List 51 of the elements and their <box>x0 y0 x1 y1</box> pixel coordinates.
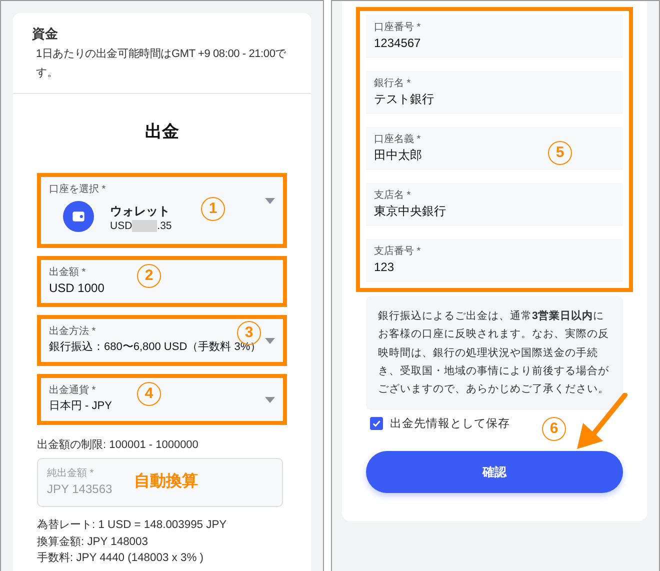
field-label: 純出金額 * <box>47 467 94 481</box>
field-value: USD 1000 <box>49 280 104 297</box>
field-value: 1234567 <box>374 35 421 52</box>
redaction-block <box>132 220 158 232</box>
field-value: 田中太郎 <box>374 147 422 164</box>
account-name: ウォレット <box>110 202 171 220</box>
input-field[interactable]: 支店名 * 東京中央銀行 <box>366 183 623 226</box>
notice-title: 資金 <box>32 25 59 43</box>
field-label: 口座を選択 * <box>49 183 106 197</box>
account-select[interactable]: 口座を選択 * ウォレット USD .35 1 <box>41 177 283 244</box>
info-note: 銀行振込によるご出金は、通常3営業日以内にお客様の口座に反映されます。なお、実際の反映時間は、銀行の処理状況や国際送金の手続き、受取国・地域の事情により前後する場合がございますので、あらかじめご了承ください。 <box>366 296 623 410</box>
field-label: 口座番号 * <box>374 21 421 35</box>
input-field[interactable]: 銀行名 * テスト銀行 <box>366 71 623 114</box>
input-field[interactable]: 出金額 * USD 1000 2 <box>41 260 283 303</box>
detail-line: 為替レート: 1 USD = 148.003995 JPY <box>37 518 228 533</box>
field-label: 出金通貨 * <box>49 384 96 398</box>
step-marker: 5 <box>548 141 572 165</box>
checkbox[interactable] <box>370 417 383 430</box>
annotation-label: 自動換算 <box>134 472 198 492</box>
step-marker: 2 <box>137 264 161 288</box>
caret-icon <box>265 396 275 402</box>
step-marker: 4 <box>137 382 161 406</box>
confirm-button[interactable]: 確認 <box>366 451 623 494</box>
checkbox-label: 出金先情報として保存 <box>390 416 510 432</box>
field-value: 東京中央銀行 <box>374 203 446 220</box>
field-label: 出金額 * <box>49 266 86 280</box>
field-label: 支店名 * <box>374 189 411 203</box>
arrow-icon <box>575 393 629 451</box>
select-field[interactable]: 出金通貨 * 日本円 - JPY 4 <box>41 378 283 421</box>
notice-text: 1日あたりの出金可能時間はGMT +9 08:00 - 21:00です。 <box>35 47 288 81</box>
field-label: 支店番号 * <box>374 245 421 259</box>
step-marker: 6 <box>542 417 566 442</box>
caret-icon <box>265 198 275 204</box>
wallet-icon <box>63 201 94 232</box>
page-heading: 出金 <box>145 121 179 143</box>
balance-amount: .35 <box>157 220 172 232</box>
field-value: 日本円 - JPY <box>49 399 112 414</box>
balance-currency: USD <box>110 220 132 232</box>
caret-icon <box>265 338 275 344</box>
detail-line: 換算金額: JPY 148003 <box>37 534 149 550</box>
limit-text: 出金額の制限: 100001 - 1000000 <box>37 438 200 452</box>
input-field[interactable]: 支店番号 * 123 <box>366 239 623 282</box>
field-value: 123 <box>374 259 394 276</box>
detail-line: 手数料: JPY 4440 (148003 x 3% ) <box>37 551 205 566</box>
step-marker: 1 <box>201 197 225 221</box>
field-value: テスト銀行 <box>374 91 434 108</box>
field-label: 銀行名 * <box>374 77 411 91</box>
field-value: JPY 143563 <box>47 481 112 498</box>
field-label: 口座名義 * <box>374 133 421 147</box>
input-field[interactable]: 口座番号 * 1234567 <box>366 15 623 58</box>
field-label: 出金方法 * <box>49 325 96 339</box>
